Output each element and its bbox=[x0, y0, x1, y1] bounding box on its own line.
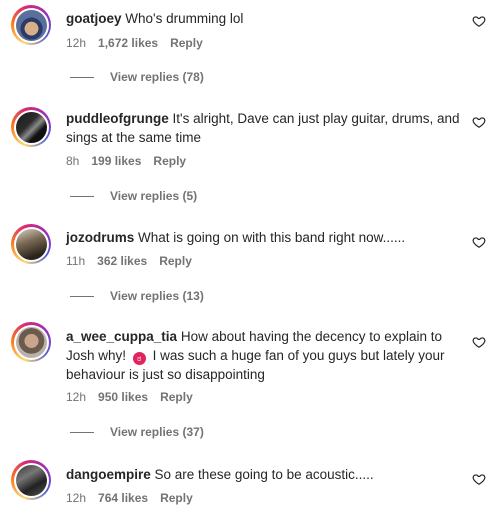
comment-time: 12h bbox=[66, 36, 87, 50]
avatar[interactable] bbox=[11, 224, 51, 264]
view-replies-label: View replies (13) bbox=[110, 289, 204, 303]
comment-time: 12h bbox=[66, 491, 87, 505]
view-replies-button[interactable]: View replies (37) bbox=[70, 425, 204, 439]
avatar[interactable] bbox=[11, 322, 51, 362]
comment-time: 12h bbox=[66, 390, 87, 404]
view-replies-label: View replies (37) bbox=[110, 425, 204, 439]
comment-username[interactable]: puddleofgrunge bbox=[66, 111, 169, 126]
view-replies-label: View replies (78) bbox=[110, 70, 204, 84]
divider bbox=[70, 76, 94, 78]
avatar[interactable] bbox=[11, 5, 51, 45]
avatar[interactable] bbox=[11, 460, 51, 500]
comment-time: 11h bbox=[66, 254, 86, 268]
reply-button[interactable]: Reply bbox=[160, 491, 193, 505]
comment-username[interactable]: a_wee_cuppa_tia bbox=[66, 329, 177, 344]
reply-button[interactable]: Reply bbox=[153, 154, 186, 168]
heart-icon[interactable] bbox=[472, 472, 486, 486]
reply-button[interactable]: Reply bbox=[159, 254, 192, 268]
view-replies-button[interactable]: View replies (13) bbox=[70, 289, 204, 303]
like-count[interactable]: 362 likes bbox=[97, 254, 147, 268]
like-count[interactable]: 950 likes bbox=[98, 390, 148, 404]
like-count[interactable]: 1,672 likes bbox=[98, 36, 158, 50]
comments-feed: goatjoey Who's drumming lol 12h 1,672 li… bbox=[0, 0, 500, 514]
comment-text: Who's drumming lol bbox=[125, 11, 244, 26]
avatar[interactable] bbox=[11, 107, 51, 147]
reply-button[interactable]: Reply bbox=[170, 36, 203, 50]
view-replies-label: View replies (5) bbox=[110, 189, 198, 203]
angry-face-emoji: ಠ bbox=[132, 352, 146, 365]
comment-username[interactable]: dangoempire bbox=[66, 467, 151, 482]
divider bbox=[70, 295, 94, 297]
like-count[interactable]: 764 likes bbox=[98, 491, 148, 505]
comment-username[interactable]: goatjoey bbox=[66, 11, 122, 26]
like-count[interactable]: 199 likes bbox=[91, 154, 141, 168]
comment-time: 8h bbox=[66, 154, 80, 168]
heart-icon[interactable] bbox=[472, 115, 486, 129]
comment-username[interactable]: jozodrums bbox=[66, 230, 134, 245]
heart-icon[interactable] bbox=[472, 235, 486, 249]
divider bbox=[70, 195, 94, 197]
comment-text: So are these going to be acoustic..... bbox=[154, 467, 374, 482]
reply-button[interactable]: Reply bbox=[160, 390, 193, 404]
view-replies-button[interactable]: View replies (5) bbox=[70, 189, 197, 203]
view-replies-button[interactable]: View replies (78) bbox=[70, 70, 204, 84]
divider bbox=[70, 431, 94, 433]
heart-icon[interactable] bbox=[472, 14, 486, 28]
heart-icon[interactable] bbox=[472, 335, 486, 349]
comment-text: What is going on with this band right no… bbox=[138, 230, 406, 245]
